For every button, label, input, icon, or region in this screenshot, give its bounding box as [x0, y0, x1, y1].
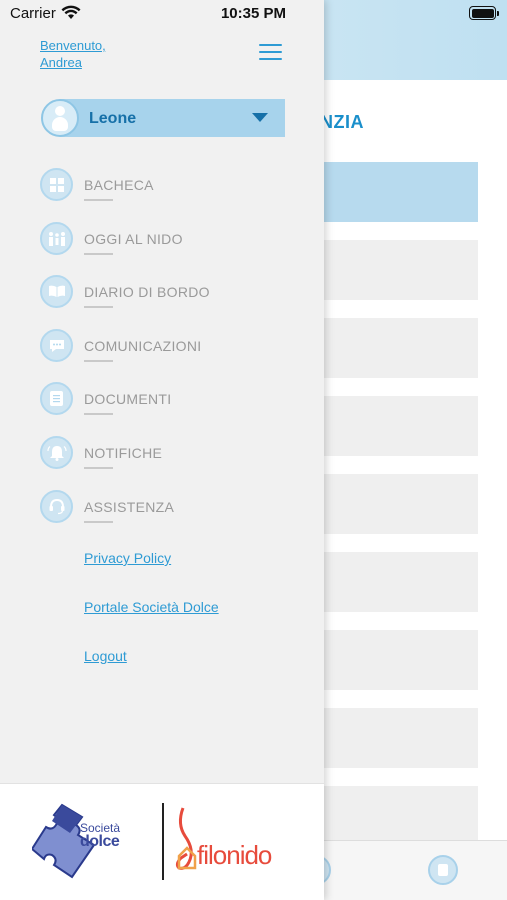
- clock: 10:35 PM: [220, 5, 287, 22]
- background-list-item[interactable]: [320, 162, 478, 222]
- chevron-down-icon[interactable]: [252, 113, 268, 122]
- portal-link[interactable]: Portale Società Dolce: [84, 599, 219, 615]
- welcome-username: Andrea: [40, 55, 82, 70]
- footer-divider: [162, 803, 164, 880]
- document-tab-icon[interactable]: [428, 855, 458, 885]
- chat-bubble-icon: [40, 329, 73, 362]
- background-list-item[interactable]: [320, 630, 478, 690]
- background-list-item[interactable]: [320, 474, 478, 534]
- menu-item-notifiche[interactable]: NOTIFICHE: [40, 436, 310, 472]
- welcome-greeting: Benvenuto,: [40, 38, 106, 53]
- side-drawer: Benvenuto, Andrea Leone BACHECA OGGI AL …: [0, 0, 324, 900]
- hamburger-icon: [259, 44, 282, 46]
- background-list-item[interactable]: [320, 552, 478, 612]
- societa-dolce-wordmark: Società dolce: [80, 822, 120, 850]
- background-list-item[interactable]: [320, 396, 478, 456]
- background-section-title: NZIA: [320, 112, 364, 132]
- filonido-wordmark: filonido: [197, 840, 272, 870]
- menu-item-assistenza[interactable]: ASSISTENZA: [40, 490, 310, 526]
- menu-item-label: DIARIO DI BORDO: [84, 284, 210, 308]
- welcome-text[interactable]: Benvenuto, Andrea: [40, 37, 106, 71]
- menu-item-label: ASSISTENZA: [84, 499, 175, 523]
- menu-toggle-button[interactable]: [259, 44, 282, 61]
- menu-item-bacheca[interactable]: BACHECA: [40, 168, 310, 204]
- menu-item-diario-di-bordo[interactable]: DIARIO DI BORDO: [40, 275, 310, 311]
- menu-item-oggi-al-nido[interactable]: OGGI AL NIDO: [40, 222, 310, 258]
- logo-text-line2: dolce: [80, 833, 120, 850]
- menu-item-label: COMUNICAZIONI: [84, 338, 202, 362]
- grid-icon: [40, 168, 73, 201]
- family-icon: [40, 222, 73, 255]
- menu-item-documenti[interactable]: DOCUMENTI: [40, 382, 310, 418]
- book-icon: [40, 275, 73, 308]
- menu-item-comunicazioni[interactable]: COMUNICAZIONI: [40, 329, 310, 365]
- menu-item-label: OGGI AL NIDO: [84, 231, 183, 255]
- child-avatar-icon: [41, 99, 79, 137]
- menu-item-label: DOCUMENTI: [84, 391, 172, 415]
- background-list-item[interactable]: [320, 240, 478, 300]
- background-list-item[interactable]: [320, 318, 478, 378]
- menu-item-label: BACHECA: [84, 177, 154, 201]
- background-list-item[interactable]: [320, 786, 478, 840]
- child-selector-value: Leone: [89, 110, 137, 127]
- headset-icon: [40, 490, 73, 523]
- privacy-policy-link[interactable]: Privacy Policy: [84, 550, 171, 566]
- background-list-item[interactable]: [320, 708, 478, 768]
- bell-icon: [40, 436, 73, 469]
- status-bar: Carrier 10:35 PM: [0, 0, 507, 28]
- menu-item-label: NOTIFICHE: [84, 445, 163, 469]
- document-icon: [40, 382, 73, 415]
- battery-icon: [469, 6, 499, 20]
- logout-link[interactable]: Logout: [84, 648, 127, 664]
